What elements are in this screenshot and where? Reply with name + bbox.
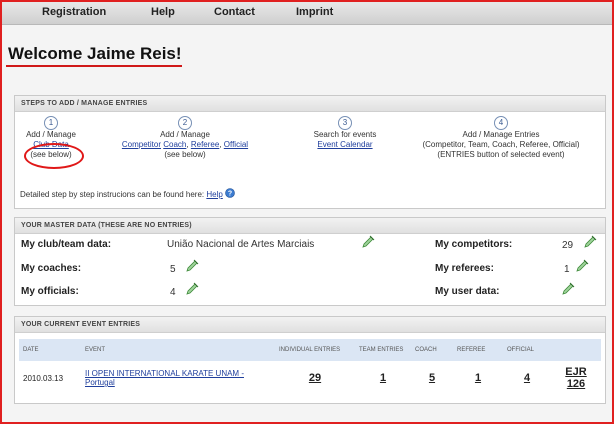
edit-user-data-icon[interactable] bbox=[561, 282, 575, 296]
edit-referees-icon[interactable] bbox=[575, 259, 589, 273]
col-action bbox=[551, 339, 601, 361]
help-globe-icon[interactable]: ? bbox=[225, 188, 235, 198]
step-2-number: 2 bbox=[178, 116, 192, 130]
entry-date: 2010.03.13 bbox=[23, 373, 64, 383]
nav-imprint[interactable]: Imprint bbox=[296, 6, 333, 18]
competitors-label: My competitors: bbox=[435, 239, 513, 250]
event-entries-panel: YOUR CURRENT EVENT ENTRIES DATE EVENT IN… bbox=[14, 316, 606, 404]
coaches-label: My coaches: bbox=[21, 263, 82, 274]
event-calendar-link[interactable]: Event Calendar bbox=[317, 140, 372, 149]
nav-registration[interactable]: Registration bbox=[42, 6, 106, 18]
referees-label: My referees: bbox=[435, 263, 494, 274]
step-2-label: Add / Manage bbox=[160, 130, 210, 139]
step-1-number: 1 bbox=[44, 116, 58, 130]
referees-value: 1 bbox=[564, 264, 570, 275]
entry-event-link[interactable]: II OPEN INTERNATIONAL KARATE UNAM - Port… bbox=[85, 369, 244, 387]
edit-club-icon[interactable] bbox=[361, 235, 375, 249]
help-instructions-text: Detailed step by step instrucions can be… bbox=[20, 190, 205, 199]
entries-table-header: DATE EVENT INDIVIDUAL ENTRIES TEAM ENTRI… bbox=[19, 339, 601, 361]
col-date: DATE bbox=[19, 339, 81, 361]
steps-panel-header: STEPS TO ADD / MANAGE ENTRIES bbox=[15, 96, 605, 112]
edit-officials-icon[interactable] bbox=[185, 282, 199, 296]
top-navigation-bar: Registration Help Contact Imprint bbox=[2, 2, 612, 25]
coach-link[interactable]: Coach bbox=[163, 140, 186, 149]
col-coach: COACH bbox=[411, 339, 453, 361]
entry-individual-link[interactable]: 29 bbox=[309, 372, 321, 384]
steps-panel: STEPS TO ADD / MANAGE ENTRIES 1 Add / Ma… bbox=[14, 95, 606, 209]
user-data-label: My user data: bbox=[435, 286, 500, 297]
club-data-label: My club/team data: bbox=[21, 239, 112, 250]
club-data-value: União Nacional de Artes Marciais bbox=[167, 239, 315, 250]
step-3-label: Search for events bbox=[313, 130, 377, 139]
step-2-note: (see below) bbox=[164, 150, 206, 159]
table-row: 2010.03.13 II OPEN INTERNATIONAL KARATE … bbox=[19, 361, 601, 395]
edit-competitors-icon[interactable] bbox=[583, 235, 597, 249]
coaches-value: 5 bbox=[170, 264, 176, 275]
entries-table: DATE EVENT INDIVIDUAL ENTRIES TEAM ENTRI… bbox=[19, 339, 601, 395]
col-referee: REFEREE bbox=[453, 339, 503, 361]
step-4-label: Add / Manage Entries bbox=[462, 130, 540, 139]
page-frame: Registration Help Contact Imprint Welcom… bbox=[0, 0, 614, 424]
col-official: OFFICIAL bbox=[503, 339, 551, 361]
step-4-detail: (Competitor, Team, Coach, Referee, Offic… bbox=[422, 140, 580, 149]
step-3-number: 3 bbox=[338, 116, 352, 130]
nav-help[interactable]: Help bbox=[151, 6, 175, 18]
officials-label: My officials: bbox=[21, 286, 79, 297]
official-link[interactable]: Official bbox=[224, 140, 248, 149]
entry-coach-link[interactable]: 5 bbox=[429, 372, 435, 384]
highlight-circle-annotation bbox=[24, 143, 84, 169]
master-data-panel: YOUR MASTER DATA (THESE ARE NO ENTRIES) … bbox=[14, 217, 606, 306]
col-event: EVENT bbox=[81, 339, 275, 361]
nav-contact[interactable]: Contact bbox=[214, 6, 255, 18]
step-2: 2 Add / Manage Competitor Coach, Referee… bbox=[97, 116, 273, 160]
step-4: 4 Add / Manage Entries (Competitor, Team… bbox=[401, 116, 601, 160]
entry-team-link[interactable]: 1 bbox=[380, 372, 386, 384]
event-entries-header: YOUR CURRENT EVENT ENTRIES bbox=[15, 317, 605, 333]
edit-coaches-icon[interactable] bbox=[185, 259, 199, 273]
competitors-value: 29 bbox=[562, 240, 574, 251]
officials-value: 4 bbox=[170, 287, 176, 298]
entry-referee-link[interactable]: 1 bbox=[475, 372, 481, 384]
step-4-note: (ENTRIES button of selected event) bbox=[437, 150, 565, 159]
svg-text:?: ? bbox=[228, 191, 232, 198]
referee-link[interactable]: Referee bbox=[191, 140, 219, 149]
master-data-header: YOUR MASTER DATA (THESE ARE NO ENTRIES) bbox=[15, 218, 605, 234]
step-4-number: 4 bbox=[494, 116, 508, 130]
welcome-underline bbox=[6, 65, 182, 67]
step-1-label: Add / Manage bbox=[26, 130, 76, 139]
entry-code-link[interactable]: EJR 126 bbox=[565, 366, 586, 390]
help-instructions: Detailed step by step instrucions can be… bbox=[20, 188, 235, 199]
col-team-entries: TEAM ENTRIES bbox=[355, 339, 411, 361]
entry-official-link[interactable]: 4 bbox=[524, 372, 530, 384]
step-3: 3 Search for events Event Calendar bbox=[285, 116, 405, 150]
welcome-title: Welcome Jaime Reis! bbox=[8, 44, 182, 63]
col-individual-entries: INDIVIDUAL ENTRIES bbox=[275, 339, 355, 361]
help-link[interactable]: Help bbox=[206, 190, 222, 199]
competitor-link[interactable]: Competitor bbox=[122, 140, 161, 149]
